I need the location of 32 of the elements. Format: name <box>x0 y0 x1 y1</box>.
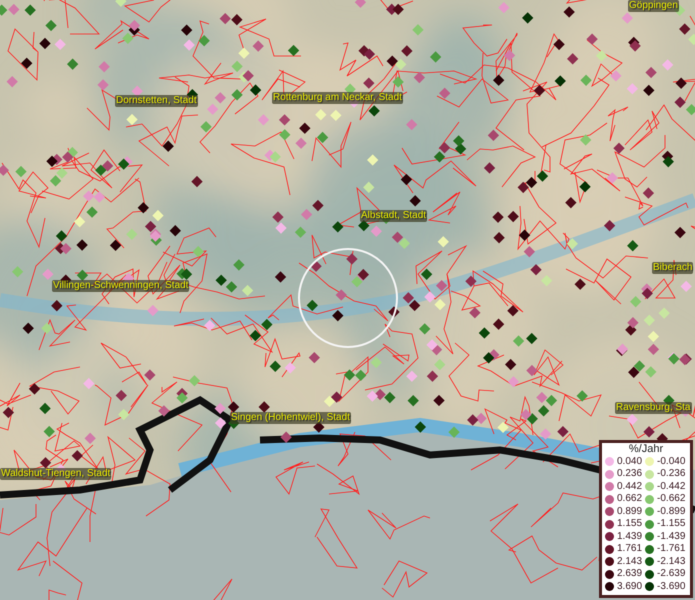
legend-value: 0.662 <box>617 493 642 506</box>
legend-value: -0.662 <box>657 493 686 506</box>
legend-title: %/Jahr <box>628 442 664 456</box>
place-label: Rottenburg am Neckar, Stadt <box>272 92 403 104</box>
legend-value: -1.155 <box>657 518 686 530</box>
place-label: Albstadt, Stadt <box>360 210 428 222</box>
legend-value: 0.899 <box>617 506 642 518</box>
legend-value: -1.761 <box>657 543 686 556</box>
legend-value: 2.639 <box>617 568 642 580</box>
legend-value: -1.439 <box>657 530 686 543</box>
place-label: Singen (Hohentwiel), Stadt <box>230 412 351 424</box>
legend-value: -0.899 <box>657 506 686 518</box>
place-label: Waldshut-Tiengen, Stadt <box>0 468 112 480</box>
legend-value: -2.143 <box>657 556 686 568</box>
place-label: Dornstetten, Stadt <box>115 95 198 107</box>
legend-value: -3.690 <box>657 580 686 593</box>
legend-value: -0.442 <box>657 480 686 493</box>
legend-value: 0.236 <box>617 468 642 480</box>
place-label: Göppingen <box>628 0 679 12</box>
legend-value: 1.155 <box>617 518 642 530</box>
legend-value: 0.442 <box>617 480 642 493</box>
legend-value: 0.040 <box>617 456 642 468</box>
place-label: Villingen-Schwenningen, Stadt <box>52 280 190 292</box>
legend-value: 2.143 <box>617 556 642 568</box>
legend-value: -2.639 <box>657 568 686 580</box>
place-label: Ravensburg, Sta <box>615 402 692 414</box>
legend-value: -0.040 <box>657 456 686 468</box>
legend-value: -0.236 <box>657 468 686 480</box>
legend-value: 1.761 <box>617 543 642 556</box>
place-label: Biberach <box>652 262 694 274</box>
legend-value: 1.439 <box>617 530 642 543</box>
legend-value: 3.690 <box>617 580 642 593</box>
